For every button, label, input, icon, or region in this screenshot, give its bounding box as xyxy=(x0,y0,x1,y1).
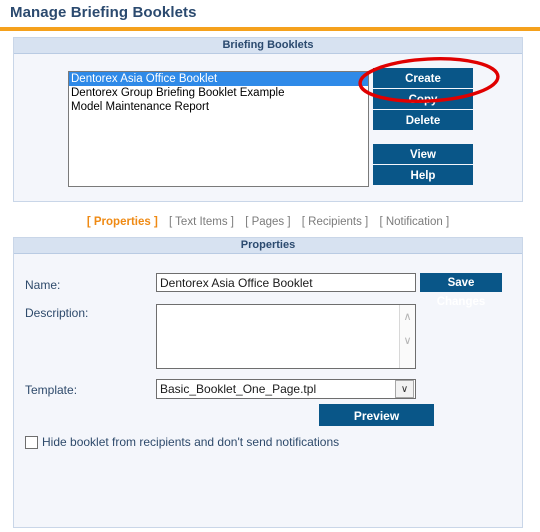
briefing-booklets-header: Briefing Booklets xyxy=(14,38,522,54)
copy-button[interactable]: Copy xyxy=(373,89,473,109)
tab-properties[interactable]: [ Properties ] xyxy=(87,216,158,228)
booklet-listbox[interactable]: Dentorex Asia Office Booklet Dentorex Gr… xyxy=(68,71,369,187)
name-label: Name: xyxy=(25,278,61,292)
description-field-wrapper: ∧ ∨ xyxy=(156,304,416,369)
button-group-spacer xyxy=(373,131,473,144)
briefing-booklets-panel: Briefing Booklets Dentorex Asia Office B… xyxy=(13,37,523,202)
save-changes-button[interactable]: Save Changes xyxy=(420,273,502,308)
list-item[interactable]: Dentorex Group Briefing Booklet Example xyxy=(69,86,368,100)
description-label: Description: xyxy=(25,306,89,320)
view-button[interactable]: View xyxy=(373,144,473,164)
properties-tab-bar: [ Properties ] [ Text Items ] [ Pages ] … xyxy=(13,216,523,228)
scroll-down-icon[interactable]: ∨ xyxy=(400,334,415,348)
hide-booklet-checkbox[interactable] xyxy=(25,435,38,449)
tab-text-items[interactable]: [ Text Items ] xyxy=(169,216,234,228)
template-label: Template: xyxy=(25,383,78,397)
delete-button[interactable]: Delete xyxy=(373,110,473,130)
list-item[interactable]: Dentorex Asia Office Booklet xyxy=(69,72,368,86)
list-item[interactable]: Model Maintenance Report xyxy=(69,100,368,114)
scroll-up-icon[interactable]: ∧ xyxy=(400,310,415,324)
tab-notification[interactable]: [ Notification ] xyxy=(379,216,449,228)
booklet-action-buttons: Create Copy Delete View Help xyxy=(373,68,473,186)
properties-panel: Properties Name: Save Changes Descriptio… xyxy=(13,237,523,528)
tab-pages[interactable]: [ Pages ] xyxy=(245,216,290,228)
template-select[interactable]: Basic_Booklet_One_Page.tpl xyxy=(156,379,416,399)
create-button[interactable]: Create xyxy=(373,68,473,88)
help-button[interactable]: Help xyxy=(373,165,473,185)
name-input[interactable] xyxy=(156,273,416,292)
page-title: Manage Briefing Booklets xyxy=(10,4,197,21)
description-scrollbar[interactable]: ∧ ∨ xyxy=(399,305,415,368)
description-input[interactable] xyxy=(157,305,399,368)
hide-booklet-row: Hide booklet from recipients and don't s… xyxy=(25,435,339,449)
preview-button[interactable]: Preview xyxy=(319,404,434,426)
title-divider xyxy=(0,27,540,31)
hide-booklet-label: Hide booklet from recipients and don't s… xyxy=(42,435,340,449)
tab-recipients[interactable]: [ Recipients ] xyxy=(302,216,368,228)
properties-header: Properties xyxy=(14,238,522,254)
